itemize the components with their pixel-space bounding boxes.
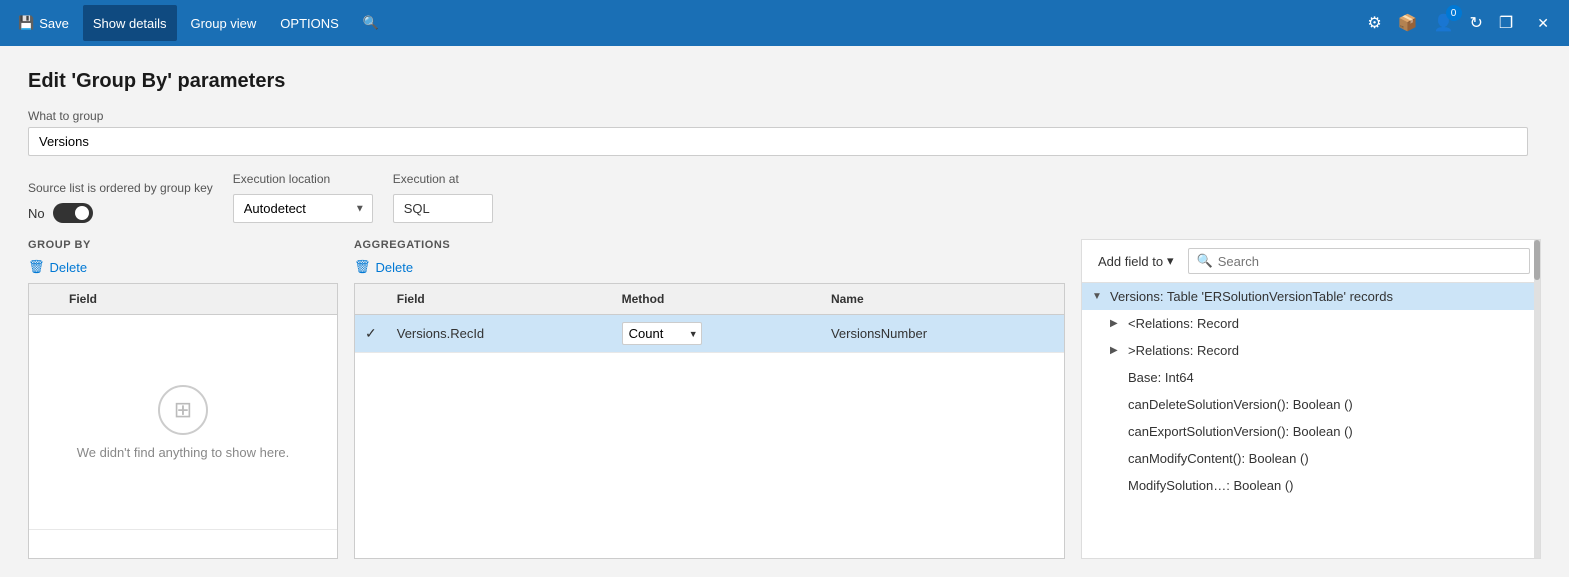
- show-details-button[interactable]: Show details: [83, 5, 177, 41]
- group-view-button[interactable]: Group view: [181, 5, 267, 41]
- what-to-group-input[interactable]: [28, 127, 1528, 156]
- agg-field-cell: Versions.RecId: [387, 315, 612, 353]
- tree-chevron-icon: ▼: [1092, 291, 1104, 302]
- page-title: Edit 'Group By' parameters: [28, 70, 1541, 93]
- group-by-field-col: Field: [59, 284, 337, 315]
- aggregations-header: AGGREGATIONS: [354, 239, 1065, 251]
- tree-item-candelete[interactable]: ▶ canDeleteSolutionVersion(): Boolean (): [1082, 391, 1540, 418]
- what-to-group-label: What to group: [28, 109, 1541, 123]
- empty-icon: ⊞: [158, 385, 208, 435]
- group-by-empty-state: ⊞ We didn't find anything to show here.: [39, 322, 327, 522]
- aggregations-panel: AGGREGATIONS 🗑 Delete Field Method Name: [354, 239, 1065, 559]
- execution-at-label: Execution at: [393, 172, 493, 186]
- save-icon: 💾: [18, 15, 34, 31]
- group-by-table-container: Field ⊞ We didn't find anything to show …: [28, 283, 338, 559]
- group-by-table: Field ⊞ We didn't find anything to show …: [29, 284, 337, 530]
- tree-item-base[interactable]: ▶ Base: Int64: [1082, 364, 1540, 391]
- tree-item-label: canExportSolutionVersion(): Boolean (): [1128, 424, 1530, 439]
- panels-container: GROUP BY 🗑 Delete Field: [28, 239, 1541, 559]
- agg-method-cell: Count Sum Avg Min Max ▼: [612, 315, 821, 353]
- scrollbar-track: [1534, 240, 1540, 558]
- group-by-check-col: [29, 284, 59, 315]
- toggle-no-label: No: [28, 206, 45, 221]
- search-button[interactable]: 🔍: [353, 5, 389, 41]
- notification-badge: 0: [1446, 5, 1462, 21]
- options-button[interactable]: OPTIONS: [270, 5, 349, 41]
- search-input[interactable]: [1218, 254, 1521, 269]
- tree-item-versions[interactable]: ▼ Versions: Table 'ERSolutionVersionTabl…: [1082, 283, 1540, 310]
- source-ordered-toggle[interactable]: [53, 203, 93, 223]
- office-icon-button[interactable]: 📦: [1394, 9, 1422, 37]
- agg-check-col: [355, 284, 387, 315]
- search-box-icon: 🔍: [1197, 253, 1213, 269]
- execution-location-wrap: Autodetect Client Server ▼: [233, 194, 373, 223]
- toggle-knob: [75, 206, 89, 220]
- what-to-group-section: What to group: [28, 109, 1541, 156]
- add-field-chevron-icon: ▾: [1167, 253, 1174, 269]
- aggregations-delete-button[interactable]: 🗑 Delete: [354, 259, 1065, 275]
- tree-item-label: canModifyContent(): Boolean (): [1128, 451, 1530, 466]
- search-icon: 🔍: [363, 15, 379, 31]
- save-button[interactable]: 💾 Save: [8, 5, 79, 41]
- tree-chevron-icon: ▶: [1110, 318, 1122, 329]
- toggle-container: No: [28, 203, 213, 223]
- tree-item-label: canDeleteSolutionVersion(): Boolean (): [1128, 397, 1530, 412]
- main-content: Edit 'Group By' parameters What to group…: [0, 46, 1569, 559]
- tree-item-label: Versions: Table 'ERSolutionVersionTable'…: [1110, 289, 1530, 304]
- execution-location-select[interactable]: Autodetect Client Server: [233, 194, 373, 223]
- table-row[interactable]: ✓ Versions.RecId Count Sum Avg Min: [355, 315, 1064, 353]
- aggregations-table-container: Field Method Name ✓ Versions.RecId: [354, 283, 1065, 559]
- refresh-button[interactable]: ↻: [1466, 9, 1487, 37]
- group-by-delete-icon: 🗑: [28, 259, 45, 275]
- tree-item-relations-out[interactable]: ▶ >Relations: Record: [1082, 337, 1540, 364]
- tree-item-relations-in[interactable]: ▶ <Relations: Record: [1082, 310, 1540, 337]
- notification-icon-wrap: 👤 0: [1430, 9, 1458, 37]
- tree-item-canmodify[interactable]: ▶ canModifyContent(): Boolean (): [1082, 445, 1540, 472]
- agg-field-col: Field: [387, 284, 612, 315]
- restore-button[interactable]: ❐: [1495, 9, 1517, 37]
- agg-method-col: Method: [612, 284, 821, 315]
- source-ordered-label: Source list is ordered by group key: [28, 181, 213, 195]
- tree-container: ▼ Versions: Table 'ERSolutionVersionTabl…: [1082, 283, 1540, 499]
- agg-name-cell: VersionsNumber: [821, 315, 1064, 353]
- aggregations-table: Field Method Name ✓ Versions.RecId: [355, 284, 1064, 353]
- field-tree-panel: Add field to ▾ 🔍 ▼ Versions: Table 'ERSo…: [1081, 239, 1541, 559]
- tree-item-label: ModifySolution…: Boolean (): [1128, 478, 1530, 493]
- tree-item-label: Base: Int64: [1128, 370, 1530, 385]
- tree-chevron-icon: ▶: [1110, 345, 1122, 356]
- close-button[interactable]: ✕: [1525, 11, 1561, 36]
- group-by-header: GROUP BY: [28, 239, 338, 251]
- search-box: 🔍: [1188, 248, 1530, 274]
- group-by-panel: GROUP BY 🗑 Delete Field: [28, 239, 338, 559]
- scrollbar-thumb[interactable]: [1534, 240, 1540, 280]
- add-field-button[interactable]: Add field to ▾: [1092, 249, 1180, 273]
- execution-at-value: SQL: [393, 194, 493, 223]
- source-ordered-col: Source list is ordered by group key No: [28, 181, 213, 223]
- options-row: Source list is ordered by group key No E…: [28, 172, 1541, 223]
- tree-item-modifysolution[interactable]: ▶ ModifySolution…: Boolean (): [1082, 472, 1540, 499]
- field-panel-toolbar: Add field to ▾ 🔍: [1082, 240, 1540, 283]
- tree-item-canexport[interactable]: ▶ canExportSolutionVersion(): Boolean (): [1082, 418, 1540, 445]
- tree-item-label: >Relations: Record: [1128, 343, 1530, 358]
- execution-location-label: Execution location: [233, 172, 373, 186]
- tree-item-label: <Relations: Record: [1128, 316, 1530, 331]
- title-bar: 💾 Save Show details Group view OPTIONS 🔍…: [0, 0, 1569, 46]
- aggregations-delete-icon: 🗑: [354, 259, 371, 275]
- group-by-delete-button[interactable]: 🗑 Delete: [28, 259, 338, 275]
- method-select[interactable]: Count Sum Avg Min Max: [622, 322, 702, 345]
- row-check-icon: ✓: [365, 325, 377, 341]
- execution-at-col: Execution at SQL: [393, 172, 493, 223]
- window-controls-area: ⚙ 📦 👤 0 ↻ ❐ ✕: [1363, 9, 1561, 37]
- agg-name-col: Name: [821, 284, 1064, 315]
- settings-icon-button[interactable]: ⚙: [1363, 9, 1385, 37]
- execution-location-col: Execution location Autodetect Client Ser…: [233, 172, 373, 223]
